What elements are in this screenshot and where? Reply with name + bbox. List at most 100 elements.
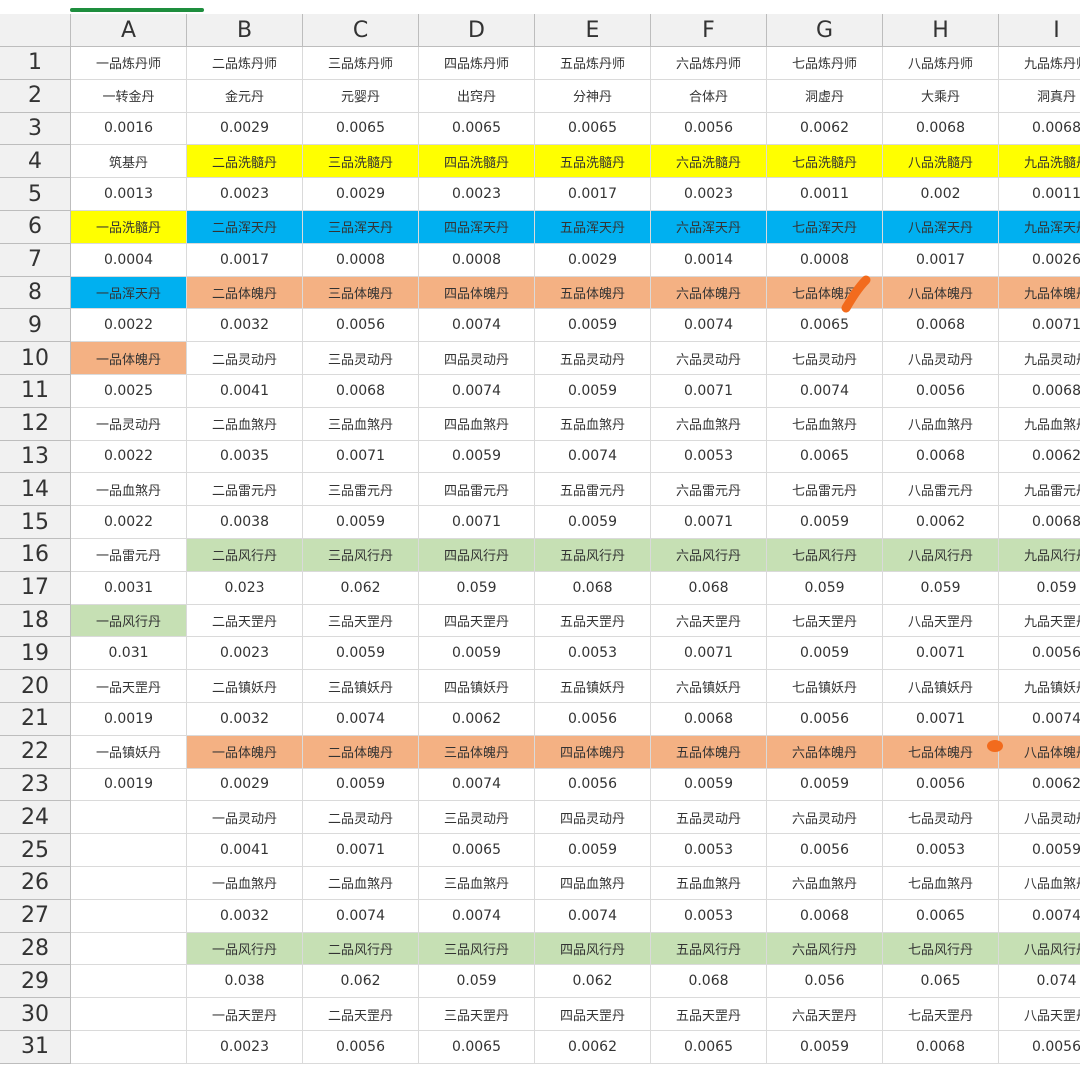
cell-g1[interactable]: 七品炼丹师 bbox=[767, 47, 883, 80]
cell-e16[interactable]: 五品风行丹 bbox=[535, 539, 651, 572]
cell-d2[interactable]: 出窍丹 bbox=[419, 79, 535, 113]
cell-i18[interactable]: 九品天罡丹 bbox=[999, 604, 1080, 638]
cell-d8[interactable]: 四品体魄丹 bbox=[419, 276, 535, 310]
cell-e14[interactable]: 五品雷元丹 bbox=[535, 473, 651, 507]
row-header-16[interactable]: 16 bbox=[0, 539, 71, 572]
cell-d29[interactable]: 0.059 bbox=[419, 965, 535, 999]
cell-a3[interactable]: 0.0016 bbox=[71, 112, 187, 146]
cell-d12[interactable]: 四品血煞丹 bbox=[419, 407, 535, 441]
column-header-g[interactable]: G bbox=[767, 14, 883, 47]
cell-i12[interactable]: 九品血煞丹 bbox=[999, 407, 1080, 441]
cell-c1[interactable]: 三品炼丹师 bbox=[303, 47, 419, 80]
cell-h16[interactable]: 八品风行丹 bbox=[883, 539, 999, 572]
cell-b12[interactable]: 二品血煞丹 bbox=[187, 407, 303, 441]
cell-e15[interactable]: 0.0059 bbox=[535, 506, 651, 539]
cell-h2[interactable]: 大乘丹 bbox=[883, 79, 999, 113]
cell-c16[interactable]: 三品风行丹 bbox=[303, 539, 419, 572]
cell-a10[interactable]: 一品体魄丹 bbox=[71, 342, 187, 375]
row-header-28[interactable]: 28 bbox=[0, 932, 71, 966]
row-header-11[interactable]: 11 bbox=[0, 375, 71, 408]
cell-g7[interactable]: 0.0008 bbox=[767, 243, 883, 277]
cell-g10[interactable]: 七品灵动丹 bbox=[767, 342, 883, 375]
cell-b10[interactable]: 二品灵动丹 bbox=[187, 342, 303, 375]
cell-b24[interactable]: 一品灵动丹 bbox=[187, 801, 303, 835]
cell-f12[interactable]: 六品血煞丹 bbox=[651, 407, 767, 441]
cell-g3[interactable]: 0.0062 bbox=[767, 112, 883, 146]
cell-c29[interactable]: 0.062 bbox=[303, 965, 419, 999]
cell-c5[interactable]: 0.0029 bbox=[303, 178, 419, 211]
cell-b22[interactable]: 一品体魄丹 bbox=[187, 735, 303, 769]
cell-h30[interactable]: 七品天罡丹 bbox=[883, 998, 999, 1031]
cell-e8[interactable]: 五品体魄丹 bbox=[535, 276, 651, 310]
cell-g24[interactable]: 六品灵动丹 bbox=[767, 801, 883, 835]
cell-b28[interactable]: 一品风行丹 bbox=[187, 932, 303, 966]
row-header-6[interactable]: 6 bbox=[0, 211, 71, 244]
cell-g17[interactable]: 0.059 bbox=[767, 571, 883, 605]
cell-c20[interactable]: 三品镇妖丹 bbox=[303, 670, 419, 703]
cell-h28[interactable]: 七品风行丹 bbox=[883, 932, 999, 966]
cell-e18[interactable]: 五品天罡丹 bbox=[535, 604, 651, 638]
cell-h26[interactable]: 七品血煞丹 bbox=[883, 867, 999, 900]
cell-a4[interactable]: 筑基丹 bbox=[71, 145, 187, 179]
cell-b6[interactable]: 二品浑天丹 bbox=[187, 211, 303, 244]
cell-e7[interactable]: 0.0029 bbox=[535, 243, 651, 277]
cell-c28[interactable]: 二品风行丹 bbox=[303, 932, 419, 966]
cell-f23[interactable]: 0.0059 bbox=[651, 768, 767, 802]
cell-h11[interactable]: 0.0056 bbox=[883, 375, 999, 408]
cell-g28[interactable]: 六品风行丹 bbox=[767, 932, 883, 966]
cell-i6[interactable]: 九品浑天丹 bbox=[999, 211, 1080, 244]
row-header-3[interactable]: 3 bbox=[0, 112, 71, 146]
cell-g31[interactable]: 0.0059 bbox=[767, 1031, 883, 1064]
cell-h31[interactable]: 0.0068 bbox=[883, 1031, 999, 1064]
cell-g15[interactable]: 0.0059 bbox=[767, 506, 883, 539]
cell-f5[interactable]: 0.0023 bbox=[651, 178, 767, 211]
row-header-22[interactable]: 22 bbox=[0, 735, 71, 769]
cell-h12[interactable]: 八品血煞丹 bbox=[883, 407, 999, 441]
cell-i16[interactable]: 九品风行丹 bbox=[999, 539, 1080, 572]
cell-b4[interactable]: 二品洗髓丹 bbox=[187, 145, 303, 179]
row-header-20[interactable]: 20 bbox=[0, 670, 71, 703]
cell-c30[interactable]: 二品天罡丹 bbox=[303, 998, 419, 1031]
cell-g13[interactable]: 0.0065 bbox=[767, 440, 883, 474]
cell-h10[interactable]: 八品灵动丹 bbox=[883, 342, 999, 375]
row-header-19[interactable]: 19 bbox=[0, 637, 71, 671]
cell-f24[interactable]: 五品灵动丹 bbox=[651, 801, 767, 835]
row-header-4[interactable]: 4 bbox=[0, 145, 71, 179]
cell-f3[interactable]: 0.0056 bbox=[651, 112, 767, 146]
cell-a12[interactable]: 一品灵动丹 bbox=[71, 407, 187, 441]
row-header-2[interactable]: 2 bbox=[0, 79, 71, 113]
cell-b21[interactable]: 0.0032 bbox=[187, 703, 303, 736]
cell-i27[interactable]: 0.0074 bbox=[999, 899, 1080, 933]
cell-b5[interactable]: 0.0023 bbox=[187, 178, 303, 211]
cell-f27[interactable]: 0.0053 bbox=[651, 899, 767, 933]
cell-c27[interactable]: 0.0074 bbox=[303, 899, 419, 933]
cell-f21[interactable]: 0.0068 bbox=[651, 703, 767, 736]
cell-b1[interactable]: 二品炼丹师 bbox=[187, 47, 303, 80]
cell-e20[interactable]: 五品镇妖丹 bbox=[535, 670, 651, 703]
row-header-7[interactable]: 7 bbox=[0, 243, 71, 277]
cell-d23[interactable]: 0.0074 bbox=[419, 768, 535, 802]
cell-a13[interactable]: 0.0022 bbox=[71, 440, 187, 474]
cell-f19[interactable]: 0.0071 bbox=[651, 637, 767, 671]
cell-c26[interactable]: 二品血煞丹 bbox=[303, 867, 419, 900]
cell-g6[interactable]: 七品浑天丹 bbox=[767, 211, 883, 244]
row-header-5[interactable]: 5 bbox=[0, 178, 71, 211]
row-header-26[interactable]: 26 bbox=[0, 867, 71, 900]
cell-f25[interactable]: 0.0053 bbox=[651, 834, 767, 867]
cell-c11[interactable]: 0.0068 bbox=[303, 375, 419, 408]
cell-d7[interactable]: 0.0008 bbox=[419, 243, 535, 277]
cell-e1[interactable]: 五品炼丹师 bbox=[535, 47, 651, 80]
cell-b30[interactable]: 一品天罡丹 bbox=[187, 998, 303, 1031]
cell-a21[interactable]: 0.0019 bbox=[71, 703, 187, 736]
cell-c23[interactable]: 0.0059 bbox=[303, 768, 419, 802]
cell-b19[interactable]: 0.0023 bbox=[187, 637, 303, 671]
cell-d24[interactable]: 三品灵动丹 bbox=[419, 801, 535, 835]
column-header-e[interactable]: E bbox=[535, 14, 651, 47]
cell-g30[interactable]: 六品天罡丹 bbox=[767, 998, 883, 1031]
cell-g29[interactable]: 0.056 bbox=[767, 965, 883, 999]
cell-g16[interactable]: 七品风行丹 bbox=[767, 539, 883, 572]
cell-h4[interactable]: 八品洗髓丹 bbox=[883, 145, 999, 179]
row-header-23[interactable]: 23 bbox=[0, 768, 71, 802]
cell-g2[interactable]: 洞虚丹 bbox=[767, 79, 883, 113]
cell-g20[interactable]: 七品镇妖丹 bbox=[767, 670, 883, 703]
